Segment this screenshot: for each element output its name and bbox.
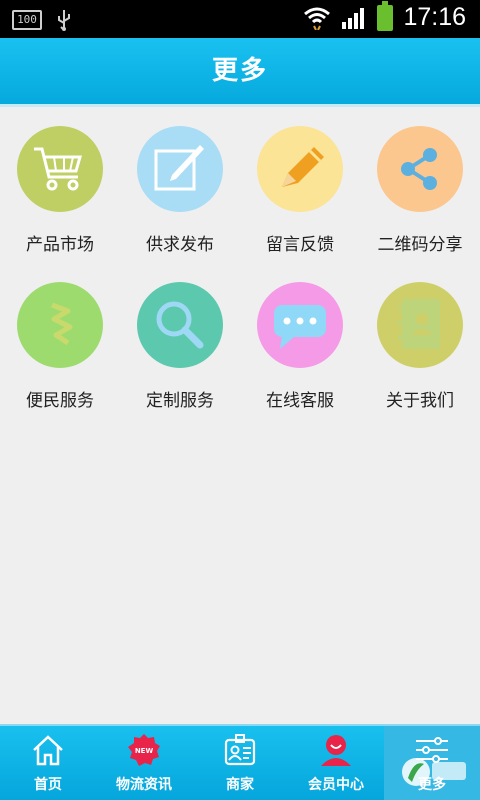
grid-item-qr-share[interactable]: 二维码分享	[360, 106, 480, 256]
nav-item-logistics-news[interactable]: NEW 物流资讯	[96, 726, 192, 800]
grid-item-feedback[interactable]: 留言反馈	[240, 106, 360, 256]
edit-icon	[137, 126, 223, 212]
grid-item-convenience[interactable]: 便民服务	[0, 262, 120, 412]
svg-text:NEW: NEW	[135, 747, 154, 755]
watermark-logo	[402, 758, 466, 786]
nav-item-home[interactable]: 首页	[0, 726, 96, 800]
page-title: 更多	[0, 38, 480, 107]
nav-label: 物流资讯	[116, 777, 172, 793]
signal-icon	[342, 7, 365, 29]
grid-item-label: 便民服务	[26, 391, 94, 411]
grid-item-label: 二维码分享	[377, 235, 463, 255]
grid-item-supply-demand[interactable]: 供求发布	[120, 106, 240, 256]
grid-item-product-market[interactable]: 产品市场	[0, 106, 120, 256]
news-badge-icon: NEW	[128, 734, 160, 766]
chat-icon	[257, 282, 343, 368]
status-bar: 100 17:16	[0, 0, 480, 38]
pencil-icon	[257, 126, 343, 212]
status-right: 17:16	[303, 0, 466, 32]
nav-label: 会员中心	[308, 777, 364, 793]
status-left: 100	[12, 8, 72, 32]
nav-item-merchant[interactable]: 商家	[192, 726, 288, 800]
contact-book-icon	[377, 282, 463, 368]
nav-label: 首页	[34, 777, 62, 793]
grid-item-label: 在线客服	[266, 391, 334, 411]
nav-label: 商家	[226, 777, 254, 793]
grid-item-label: 关于我们	[386, 391, 454, 411]
grid-item-label: 供求发布	[146, 235, 214, 255]
battery-small-icon: 100	[12, 10, 42, 30]
grid-item-online-support[interactable]: 在线客服	[240, 262, 360, 412]
grid-item-label: 定制服务	[146, 391, 214, 411]
battery-icon	[377, 0, 394, 31]
member-icon	[321, 735, 351, 766]
home-icon	[33, 735, 63, 766]
merchant-icon	[224, 734, 256, 766]
cart-icon	[17, 126, 103, 212]
share-icon	[377, 126, 463, 212]
grid-item-label: 产品市场	[26, 235, 94, 255]
usb-icon	[58, 10, 70, 31]
nav-item-member-center[interactable]: 会员中心	[288, 726, 384, 800]
status-time: 17:16	[403, 3, 466, 31]
grid-item-label: 留言反馈	[266, 235, 334, 255]
search-icon	[137, 282, 223, 368]
service-icon	[17, 282, 103, 368]
grid-item-custom-service[interactable]: 定制服务	[120, 262, 240, 412]
wifi-icon	[304, 7, 331, 30]
grid-item-about-us[interactable]: 关于我们	[360, 262, 480, 412]
bottom-nav: 首页 NEW 物流资讯 商家 会员中心 更多	[0, 724, 480, 800]
